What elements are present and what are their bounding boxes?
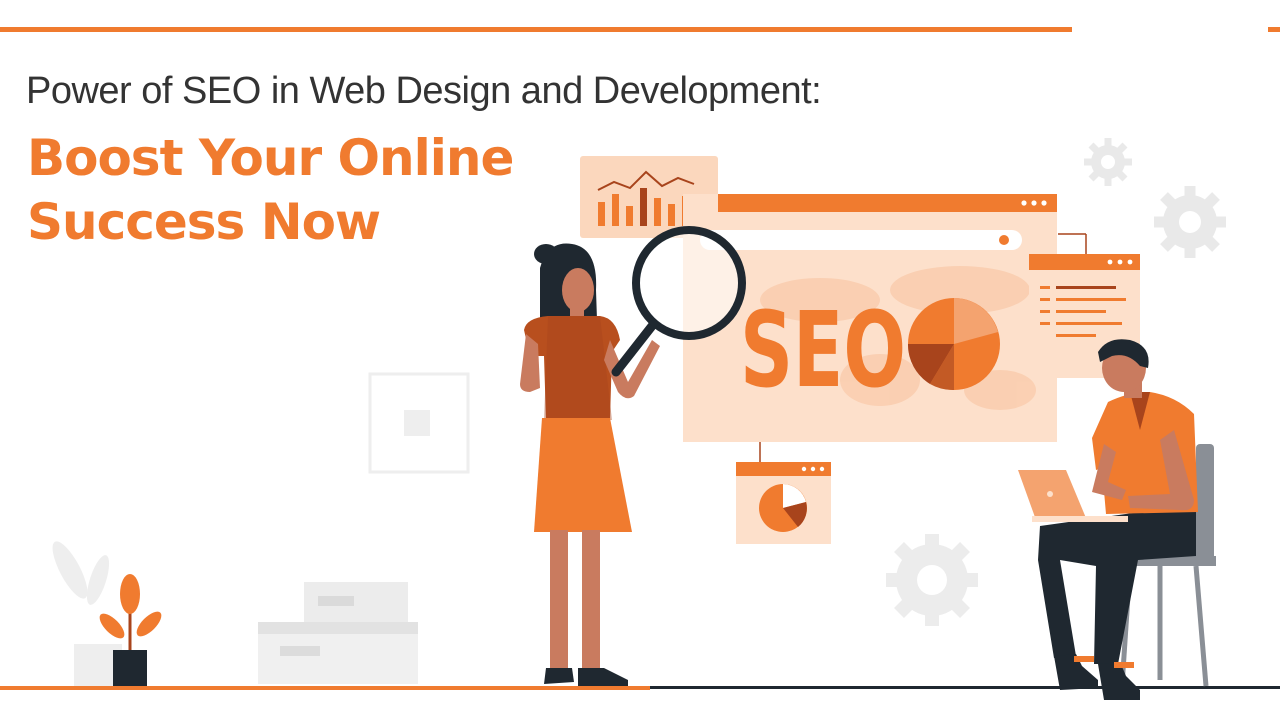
seo-text: SEO [740, 289, 906, 411]
banner: Power of SEO in Web Design and Developme… [0, 0, 1280, 718]
plant-icon [52, 541, 122, 686]
pie-chart-icon [759, 484, 807, 532]
pie-chart-card [736, 442, 831, 544]
address-bar [700, 230, 1022, 250]
seo-browser-window: SEO [683, 194, 1057, 442]
gear-icon [886, 534, 978, 626]
seo-illustration: SEO [0, 138, 1280, 700]
gear-icon [1154, 186, 1226, 258]
background-panel-inner [404, 410, 430, 436]
storage-boxes [258, 582, 418, 684]
pie-chart-icon [907, 298, 1000, 391]
ground-line-accent [0, 686, 650, 690]
ground-line-dark [650, 686, 1280, 689]
gear-icon [1084, 138, 1132, 186]
